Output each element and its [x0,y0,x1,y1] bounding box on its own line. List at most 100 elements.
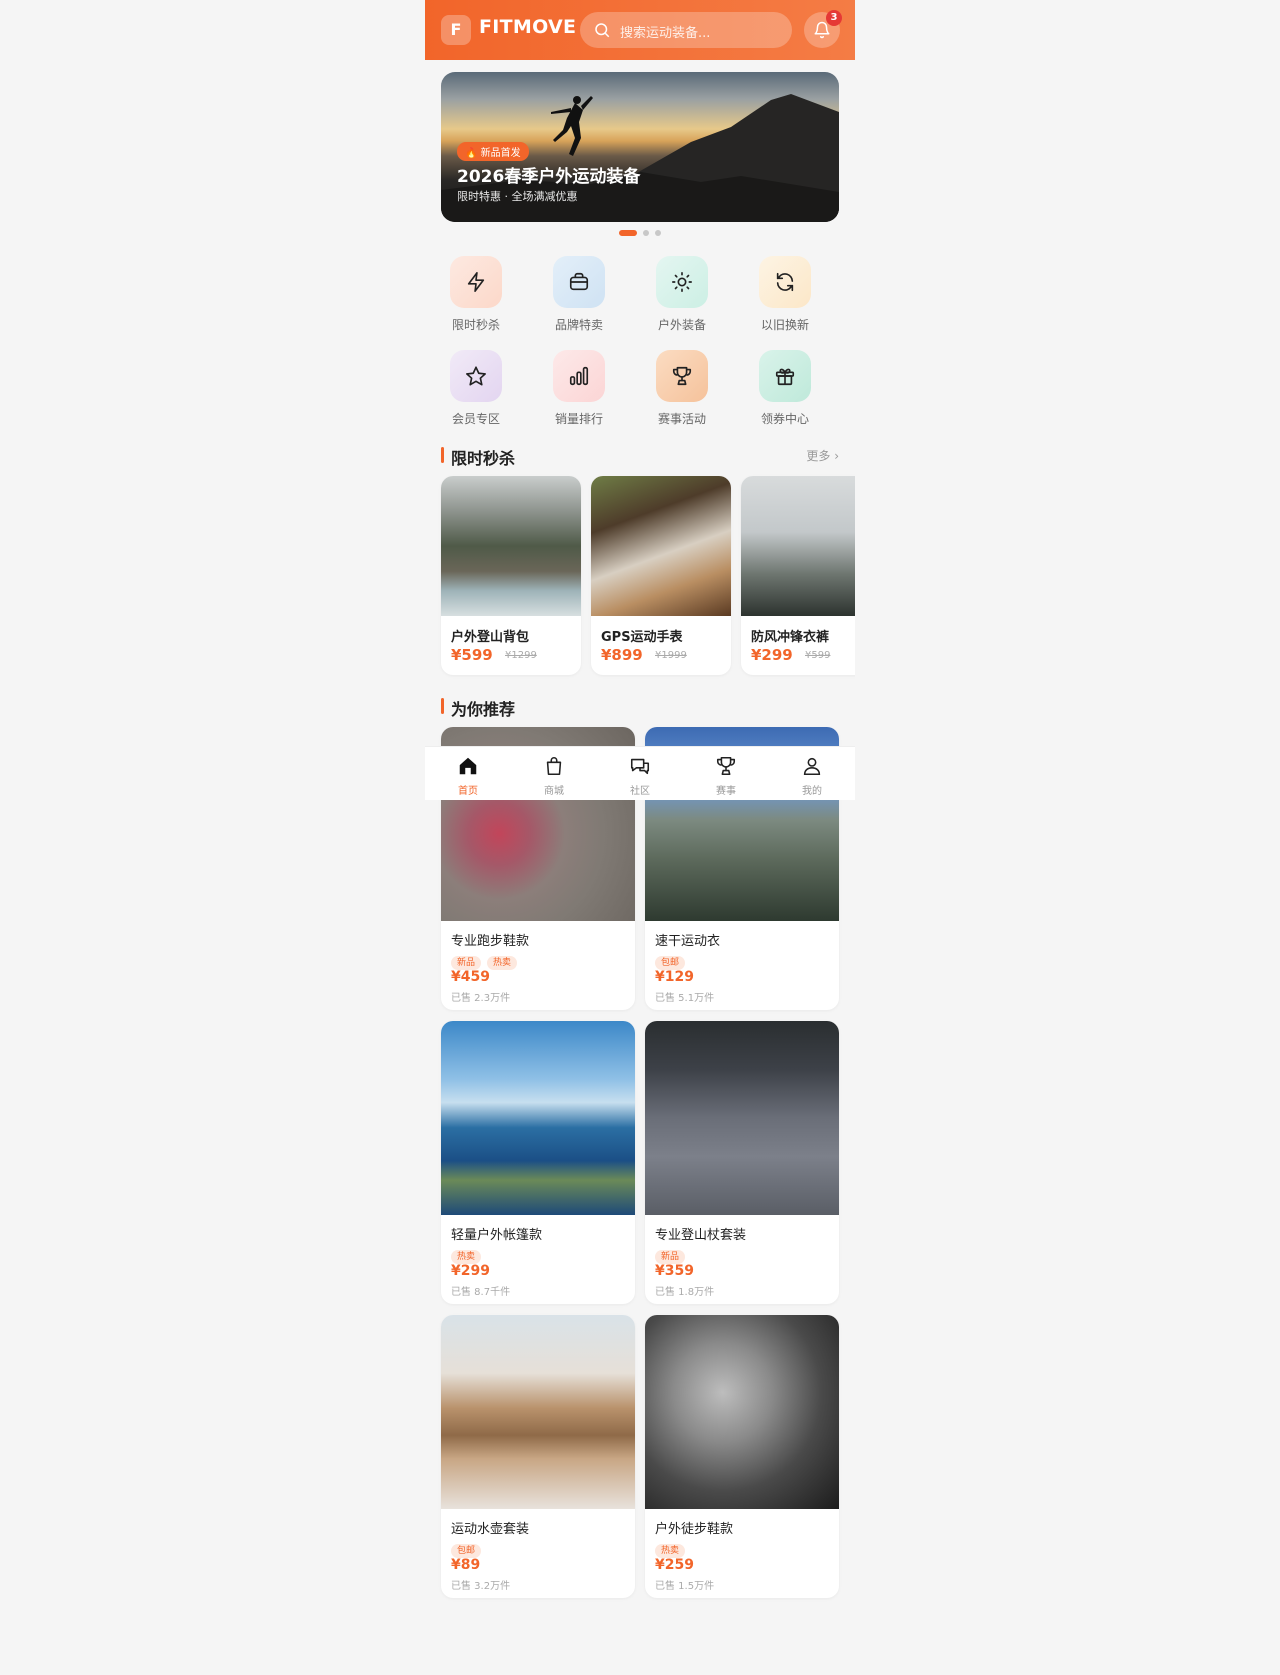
bottom-tab-bar: 首页 商城 社区 赛事 我的 [425,746,855,800]
quick-entry-events[interactable]: 赛事活动 [637,350,727,434]
original-price: ¥1999 [655,650,687,661]
product-price: ¥299 [751,646,793,664]
product-price: ¥259 [655,1557,694,1573]
product-price: ¥599 [451,646,493,664]
banner-dot[interactable] [619,230,637,236]
product-name: 专业跑步鞋款 [451,934,530,949]
sold-count: 已售 1.5万件 [655,1581,715,1592]
tab-label: 社区 [630,786,650,797]
app-screen: F FITMOVE 搜索运动装备... 3 🔥 新品首发 2026春季户外运动装… [425,0,855,1675]
quick-entry-flash-sale[interactable]: 限时秒杀 [431,256,521,340]
original-price: ¥599 [805,650,831,661]
product-price: ¥359 [655,1263,694,1279]
product-card[interactable]: 专业登山杖套装 新品 ¥359 已售 1.8万件 [645,1021,839,1304]
user-icon [803,757,821,776]
product-name: 运动水壶套装 [451,1522,530,1537]
trophy-icon [672,366,692,386]
sold-count: 已售 3.2万件 [451,1581,511,1592]
product-tags: 新品 [655,1244,691,1264]
section-accent-bar [441,698,444,714]
tab-label: 赛事 [716,786,736,797]
product-image [441,1315,635,1509]
product-name: 轻量户外帐篷款 [451,1228,543,1243]
home-icon [459,757,477,775]
product-tags: 热卖 [655,1538,691,1558]
quick-entry-bg [553,350,605,402]
flash-sale-card[interactable]: 防风冲锋衣裤 ¥299 ¥599 [741,476,855,675]
product-tag: 热卖 [451,1250,482,1264]
more-link[interactable]: 更多 › [806,447,839,464]
original-price: ¥1299 [505,650,537,661]
product-name: GPS运动手表 [601,630,683,645]
quick-entry-bg [656,256,708,308]
quick-entry-label: 销量排行 [554,412,603,426]
banner-indicator [425,229,855,237]
flash-sale-card[interactable]: GPS运动手表 ¥899 ¥1999 [591,476,731,675]
tab-home[interactable]: 首页 [425,747,511,801]
quick-entry-brand-sale[interactable]: 品牌特卖 [534,256,624,340]
section-accent-bar [441,447,444,463]
sold-count: 已售 1.8万件 [655,1287,715,1298]
section-title: 限时秒杀 [451,449,516,468]
tab-me[interactable]: 我的 [769,747,855,801]
product-image [645,1021,839,1215]
top-header: F FITMOVE 搜索运动装备... 3 [425,0,855,60]
trophy-icon [716,756,736,776]
quick-entry-coupons[interactable]: 领券中心 [740,350,830,434]
product-tag: 热卖 [487,956,518,970]
product-tag: 包邮 [655,956,686,970]
search-icon [595,23,610,38]
lightning-icon [467,272,485,292]
product-tags: 新品 热卖 [451,950,523,970]
chat-icon [630,758,650,775]
section-title: 为你推荐 [451,700,516,719]
product-card[interactable]: 户外徒步鞋款 热卖 ¥259 已售 1.5万件 [645,1315,839,1598]
product-card[interactable]: 运动水壶套装 包邮 ¥89 已售 3.2万件 [441,1315,635,1598]
product-tag: 包邮 [451,1544,482,1558]
quick-entry-bg [656,350,708,402]
product-price: ¥89 [451,1557,481,1573]
quick-entry-label: 以旧换新 [760,318,809,332]
hero-banner[interactable]: 🔥 新品首发 2026春季户外运动装备 限时特惠 · 全场满减优惠 [441,72,839,222]
search-input[interactable]: 搜索运动装备... [580,12,792,48]
notification-button[interactable]: 3 [804,10,842,48]
product-price: ¥129 [655,969,694,985]
refresh-icon [776,272,794,292]
tab-events[interactable]: 赛事 [683,747,769,801]
bar-chart-icon [569,366,589,386]
product-card[interactable]: 轻量户外帐篷款 热卖 ¥299 已售 8.7千件 [441,1021,635,1304]
tab-shop[interactable]: 商城 [511,747,597,801]
product-tag: 新品 [655,1250,686,1264]
star-icon [466,366,486,386]
gift-icon [775,368,795,386]
quick-entry-label: 赛事活动 [657,412,706,426]
quick-entry-label: 领券中心 [760,412,809,426]
quick-entry-bg [759,350,811,402]
product-image [441,1021,635,1215]
logo-mark[interactable]: F [441,15,471,45]
quick-entry-bg [450,256,502,308]
product-name: 速干运动衣 [655,934,721,949]
search-placeholder: 搜索运动装备... [620,26,711,41]
sun-icon [672,272,692,292]
quick-entry-bg [553,256,605,308]
quick-entry-ranking[interactable]: 销量排行 [534,350,624,434]
flash-sale-card[interactable]: 户外登山背包 ¥599 ¥1299 [441,476,581,675]
sold-count: 已售 2.3万件 [451,993,511,1004]
quick-entry-label: 户外装备 [657,318,706,332]
quick-entry-label: 品牌特卖 [554,318,603,332]
banner-dot[interactable] [655,230,661,236]
quick-entry-bg [450,350,502,402]
tab-label: 我的 [802,786,822,797]
brand-name[interactable]: FITMOVE [479,16,576,38]
tab-community[interactable]: 社区 [597,747,683,801]
quick-entry-member[interactable]: 会员专区 [431,350,521,434]
product-tag: 新品 [451,956,482,970]
banner-dot[interactable] [643,230,649,236]
quick-entry-trade-in[interactable]: 以旧换新 [740,256,830,340]
briefcase-icon [569,272,589,291]
banner-tag: 🔥 新品首发 [457,142,529,161]
recommend-header: 为你推荐 [441,695,839,719]
quick-entry-outdoor[interactable]: 户外装备 [637,256,727,340]
flash-sale-header: 限时秒杀 更多 › [441,444,839,468]
